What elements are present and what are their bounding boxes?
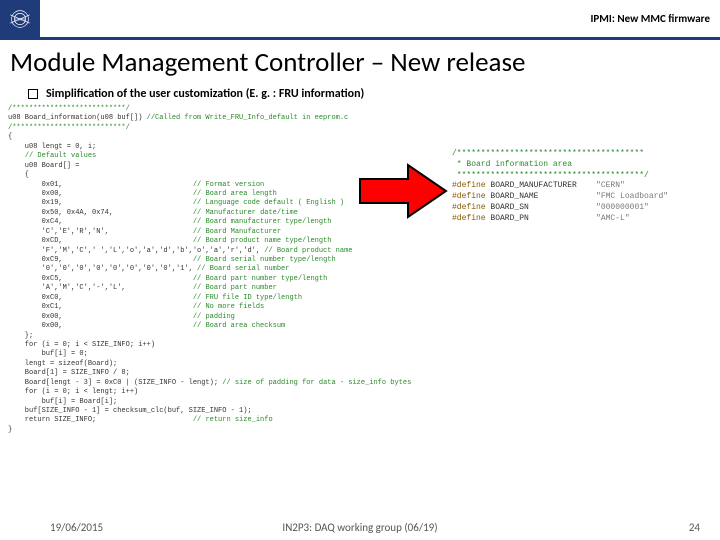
arrow-icon: [358, 161, 448, 221]
bullet-item: Simplification of the user customization…: [28, 87, 692, 101]
code-area: /***************************/u08 Board_i…: [8, 105, 712, 475]
page-title: Module Management Controller – New relea…: [10, 46, 710, 79]
footer-page-number: 24: [689, 521, 700, 534]
slide-footer: 19/06/2015 IN2P3: DAQ working group (06/…: [0, 521, 720, 534]
cern-logo: CERN: [0, 0, 40, 39]
svg-text:CERN: CERN: [15, 17, 25, 21]
slide-header: CERN IPMI: New MMC firmware: [0, 0, 720, 40]
checkbox-bullet-icon: [28, 89, 38, 99]
bullet-text: Simplification of the user customization…: [46, 87, 364, 101]
header-title: IPMI: New MMC firmware: [590, 12, 710, 25]
footer-date: 19/06/2015: [50, 521, 103, 534]
code-block-after: /***************************************…: [450, 147, 718, 229]
footer-center: IN2P3: DAQ working group (06/19): [282, 521, 437, 534]
